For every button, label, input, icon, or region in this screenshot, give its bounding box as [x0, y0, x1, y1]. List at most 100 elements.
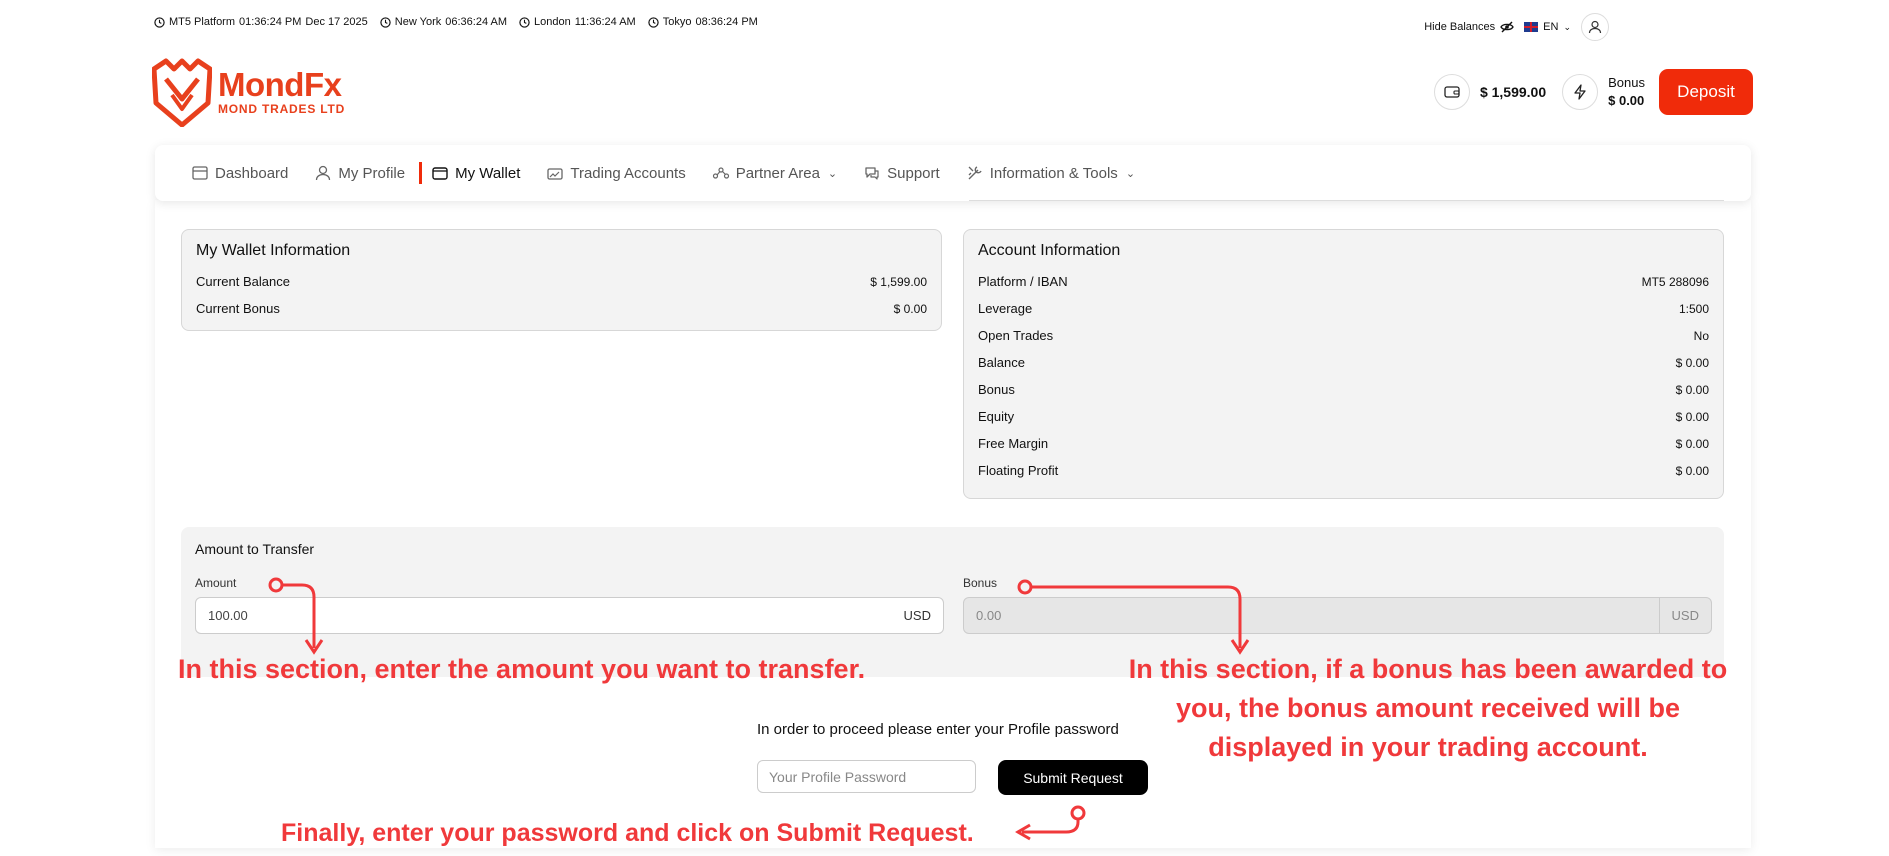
- password-placeholder: Your Profile Password: [769, 768, 907, 785]
- account-row-label: Floating Profit: [978, 463, 1059, 478]
- wallet-badge: [1433, 74, 1470, 110]
- clock-mt5: MT5 Platform 01:36:24 PM Dec 17 2025: [154, 16, 368, 28]
- mondfx-logo[interactable]: MondFx MOND TRADES LTD: [152, 55, 345, 127]
- tools-icon: [968, 166, 982, 180]
- account-row-label: Bonus: [978, 382, 1015, 397]
- account-row-label: Balance: [978, 355, 1025, 370]
- nav-my-wallet-label: My Wallet: [455, 164, 521, 182]
- language-label: EN: [1543, 21, 1559, 33]
- clock-time: 01:36:24 PM: [239, 16, 302, 28]
- amount-currency: USD: [903, 608, 931, 623]
- account-row-value: $ 0.00: [1675, 382, 1709, 397]
- wallet-row-label: Current Balance: [196, 274, 290, 289]
- mondfx-logo-mark-icon: [152, 58, 212, 127]
- language-selector[interactable]: EN ⌄: [1524, 21, 1571, 33]
- account-row-value: MT5 288096: [1641, 274, 1709, 289]
- nav-information-tools[interactable]: Information & Tools ⌄: [966, 164, 1135, 182]
- top-right-controls: Hide Balances EN ⌄: [1424, 13, 1679, 41]
- clock-new-york: New York 06:36:24 AM: [380, 16, 507, 28]
- transfer-title: Amount to Transfer: [195, 541, 315, 557]
- nav-dashboard[interactable]: Dashboard: [191, 164, 288, 182]
- bonus-badge: [1562, 74, 1599, 110]
- header-balances: $ 1,599.00 Bonus $ 0.00 Deposit: [1433, 69, 1753, 115]
- deposit-button[interactable]: Deposit: [1659, 69, 1753, 115]
- wallet-row-current-balance: Current Balance $ 1,599.00: [196, 268, 927, 295]
- account-row-equity: Equity $ 0.00: [978, 403, 1709, 430]
- nav-dashboard-label: Dashboard: [215, 164, 289, 182]
- logo-text: MondFx MOND TRADES LTD: [218, 68, 345, 115]
- chevron-down-icon: ⌄: [1563, 21, 1571, 32]
- bonus-label: Bonus: [963, 576, 998, 590]
- clock-tokyo: Tokyo 08:36:24 PM: [648, 16, 758, 28]
- trading-icon: [547, 168, 564, 180]
- clock-date: Dec 17 2025: [305, 16, 368, 28]
- clock-label: MT5 Platform: [169, 16, 236, 28]
- annotation-bonus: In this section, if a bonus has been awa…: [1098, 650, 1758, 767]
- main-navigation: Dashboard My Profile My Wallet Trading A…: [155, 145, 1751, 201]
- wallet-row-value: $ 0.00: [893, 301, 927, 316]
- clock-time: 11:36:24 AM: [574, 16, 636, 28]
- user-icon: [316, 165, 331, 181]
- nav-my-wallet[interactable]: My Wallet: [419, 162, 521, 184]
- account-row-floating-profit: Floating Profit $ 0.00: [978, 457, 1709, 484]
- user-avatar[interactable]: [1581, 13, 1609, 41]
- chat-icon: [865, 167, 879, 180]
- account-row-label: Free Margin: [978, 436, 1049, 451]
- profile-password-input[interactable]: Your Profile Password: [757, 760, 976, 793]
- amount-value: 100.00: [208, 608, 248, 623]
- world-clock-bar: MT5 Platform 01:36:24 PM Dec 17 2025 New…: [154, 16, 758, 28]
- account-row-free-margin: Free Margin $ 0.00: [978, 430, 1709, 457]
- wallet-information-panel: My Wallet Information Current Balance $ …: [181, 229, 942, 331]
- account-row-value: $ 0.00: [1675, 355, 1709, 370]
- bonus-currency: USD: [1658, 598, 1711, 633]
- header-bonus: Bonus $ 0.00: [1608, 74, 1645, 110]
- amount-label: Amount: [195, 576, 237, 590]
- clock-icon: [380, 16, 391, 28]
- nav-partner-area[interactable]: Partner Area ⌄: [712, 164, 837, 182]
- clock-london: London 11:36:24 AM: [519, 16, 636, 28]
- nav-trading-accounts[interactable]: Trading Accounts: [546, 164, 686, 182]
- amount-input[interactable]: 100.00 USD: [195, 597, 944, 634]
- account-row-value: $ 0.00: [1675, 436, 1709, 451]
- account-row-value: 1:500: [1678, 301, 1709, 316]
- account-row-value: $ 0.00: [1675, 409, 1709, 424]
- annotation-bonus-line2: you, the bonus amount received will be: [1175, 693, 1681, 723]
- account-information-title: Account Information: [978, 242, 1121, 259]
- account-row-value: $ 0.00: [1675, 463, 1709, 478]
- bonus-value: 0.00: [976, 608, 1002, 623]
- annotation-bonus-line3: displayed in your trading account.: [1208, 732, 1648, 762]
- clock-time: 08:36:24 PM: [695, 16, 758, 28]
- user-icon: [1588, 20, 1602, 34]
- account-row-balance: Balance $ 0.00: [978, 349, 1709, 376]
- divider: [969, 200, 1724, 201]
- hide-balances-toggle[interactable]: Hide Balances: [1424, 21, 1514, 33]
- nav-support[interactable]: Support: [863, 164, 940, 182]
- nav-information-tools-label: Information & Tools: [989, 164, 1118, 182]
- header-wallet-balance: $ 1,599.00: [1479, 84, 1547, 100]
- account-row-label: Leverage: [978, 301, 1033, 316]
- annotation-submit: Finally, enter your password and click o…: [281, 819, 974, 847]
- wallet-row-current-bonus: Current Bonus $ 0.00: [196, 295, 927, 322]
- uk-flag-icon: [1524, 22, 1539, 32]
- account-information-panel: Account Information Platform / IBAN MT5 2…: [963, 229, 1724, 499]
- nav-trading-accounts-label: Trading Accounts: [570, 164, 686, 182]
- clock-label: New York: [394, 16, 442, 28]
- nav-partner-area-label: Partner Area: [735, 164, 820, 182]
- clock-time: 06:36:24 AM: [445, 16, 508, 28]
- nav-my-profile[interactable]: My Profile: [314, 164, 405, 182]
- nav-my-profile-label: My Profile: [338, 164, 406, 182]
- bonus-input: 0.00 USD: [963, 597, 1712, 634]
- account-row-bonus: Bonus $ 0.00: [978, 376, 1709, 403]
- nav-support-label: Support: [887, 164, 940, 182]
- clock-label: London: [534, 16, 571, 28]
- chevron-down-icon: ⌄: [1125, 167, 1136, 180]
- annotation-amount: In this section, enter the amount you wa…: [178, 654, 866, 684]
- wallet-icon: [1444, 86, 1460, 98]
- account-row-label: Platform / IBAN: [978, 274, 1068, 289]
- network-icon: [712, 167, 729, 179]
- account-row-leverage: Leverage 1:500: [978, 295, 1709, 322]
- page: MT5 Platform 01:36:24 PM Dec 17 2025 New…: [0, 0, 1889, 856]
- clock-label: Tokyo: [662, 16, 692, 28]
- account-row-label: Equity: [978, 409, 1015, 424]
- clock-icon: [154, 16, 165, 28]
